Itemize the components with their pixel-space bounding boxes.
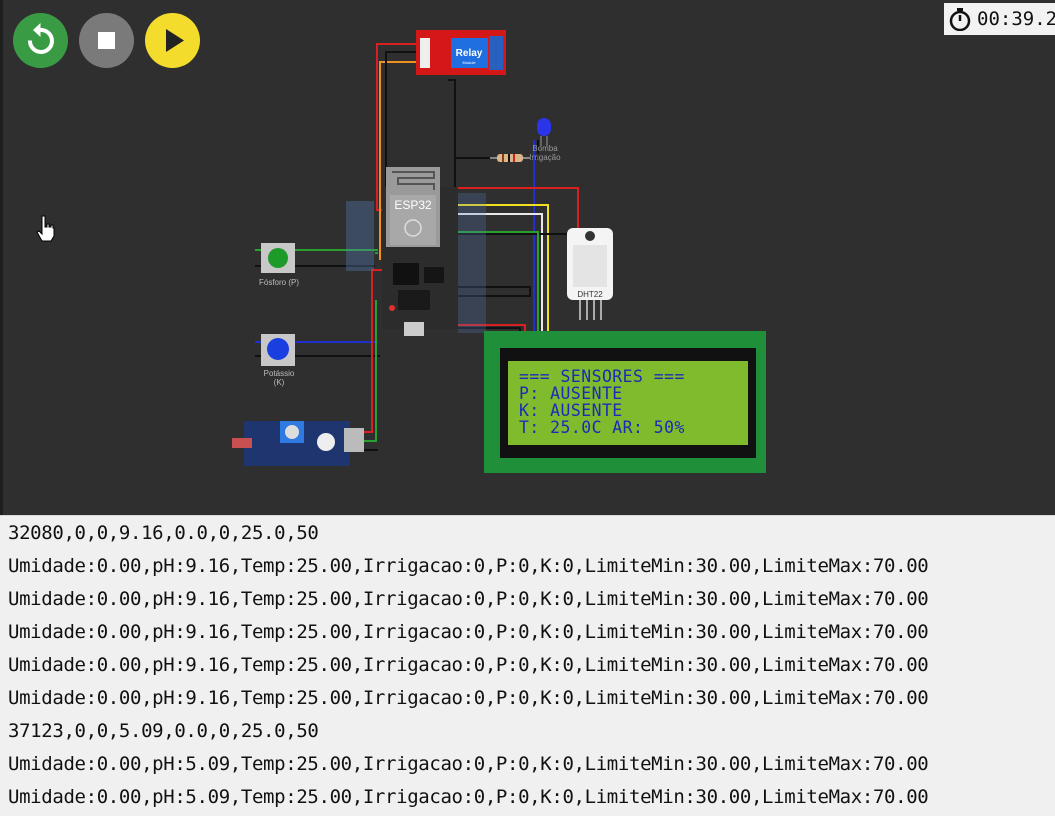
ldr-sensor-module [232,421,364,466]
dht-label: DHT22 [577,290,603,299]
serial-monitor[interactable]: 32080,0,0,9.16,0.0,0,25.0,50 Umidade:0.0… [0,515,1055,816]
resistor [490,154,530,162]
stop-icon [98,32,115,49]
restart-button[interactable] [13,13,68,68]
pushbutton-fosforo [261,243,295,273]
led-label: Bomba Irrigação [529,144,561,162]
lcd-display: === SENSORES === P: AUSENTE K: AUSENTE T… [519,368,744,436]
lcd-line: === SENSORES === [519,367,685,386]
stopwatch-icon [949,8,971,31]
stop-button[interactable] [79,13,134,68]
hand-cursor-icon [36,215,55,242]
lcd-line: P: AUSENTE [519,384,623,403]
timer-value: 00:39.27 [977,8,1055,30]
esp-label: ESP32 [394,198,432,212]
relay-label: Relay [456,48,483,59]
serial-line: Umidade:0.00,pH:9.16,Temp:25.00,Irrigaca… [8,687,929,709]
simulation-canvas[interactable]: Relay Module ESP32 DHT22 Bomba Irrigação… [0,0,1055,515]
circuit-diagram: Relay Module ESP32 DHT22 [232,30,766,473]
serial-line: Umidade:0.00,pH:9.16,Temp:25.00,Irrigaca… [8,621,929,643]
serial-line: 37123,0,0,5.09,0.0,0,25.0,50 [8,720,319,742]
serial-line: Umidade:0.00,pH:5.09,Temp:25.00,Irrigaca… [8,786,929,808]
restart-icon [27,23,54,54]
button-fosforo-label: Fósforo (P) [258,278,299,287]
serial-line: 32080,0,0,9.16,0.0,0,25.0,50 [8,522,319,544]
simulation-timer: 00:39.27 [944,3,1055,35]
serial-line: Umidade:0.00,pH:5.09,Temp:25.00,Irrigaca… [8,753,929,775]
play-button[interactable] [145,13,200,68]
serial-line: Umidade:0.00,pH:9.16,Temp:25.00,Irrigaca… [8,555,929,577]
play-icon [166,29,184,52]
esp32-board: ESP32 [382,167,458,336]
serial-line: Umidade:0.00,pH:9.16,Temp:25.00,Irrigaca… [8,654,929,676]
wire [448,79,456,190]
pushbutton-potassio [261,334,295,366]
relay-sublabel: Module [462,60,476,65]
lcd-line: T: 25.0C AR: 50% [519,418,685,437]
relay-module: Relay Module [416,30,506,75]
dht22-sensor: DHT22 [567,228,613,320]
lcd-line: K: AUSENTE [519,401,623,420]
led [537,118,551,146]
serial-line: Umidade:0.00,pH:9.16,Temp:25.00,Irrigaca… [8,588,929,610]
button-potassio-label: Potássio (K) [263,369,295,387]
